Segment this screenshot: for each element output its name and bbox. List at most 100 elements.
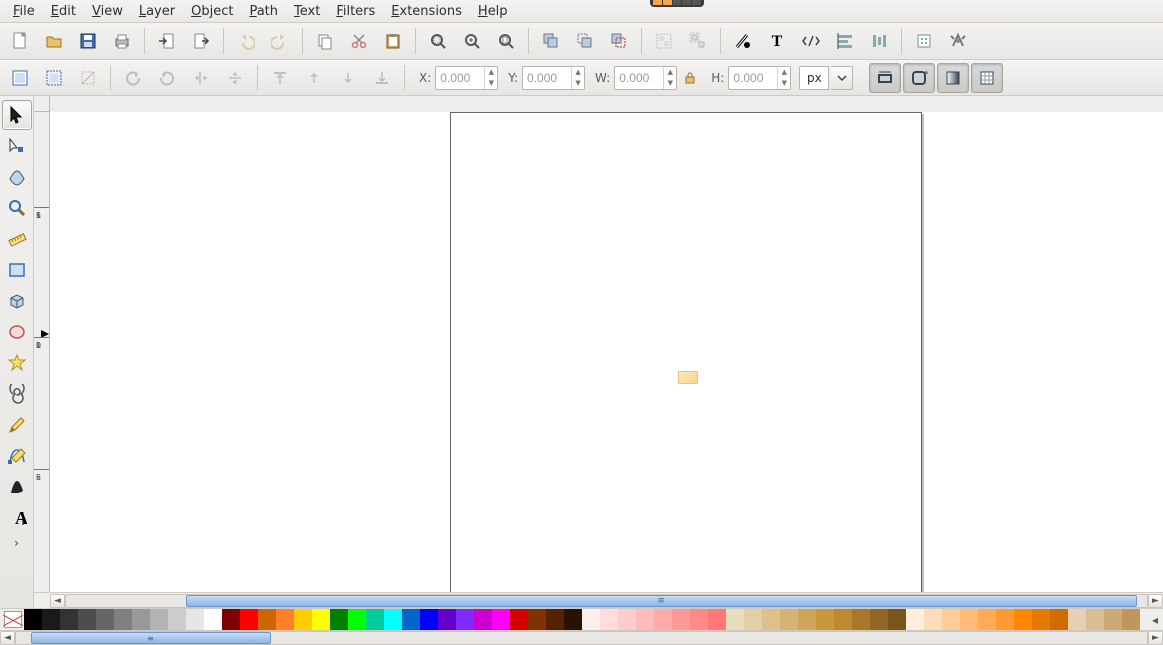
spiral-tool[interactable] bbox=[2, 379, 32, 409]
swatch[interactable] bbox=[312, 609, 330, 630]
swatch[interactable] bbox=[762, 609, 780, 630]
raise-button[interactable] bbox=[298, 63, 330, 93]
y-input[interactable]: ▲▼ bbox=[522, 66, 585, 90]
lock-aspect-icon[interactable] bbox=[679, 67, 701, 89]
swatch[interactable] bbox=[1032, 609, 1050, 630]
group-button[interactable] bbox=[648, 26, 680, 56]
swatch[interactable] bbox=[546, 609, 564, 630]
swatch[interactable] bbox=[798, 609, 816, 630]
new-button[interactable] bbox=[4, 26, 36, 56]
swatch[interactable] bbox=[132, 609, 150, 630]
ungroup-button[interactable] bbox=[682, 26, 714, 56]
swatch[interactable] bbox=[690, 609, 708, 630]
swatch[interactable] bbox=[924, 609, 942, 630]
zoom-tool[interactable] bbox=[2, 193, 32, 223]
3dbox-tool[interactable] bbox=[2, 286, 32, 316]
duplicate-button[interactable] bbox=[535, 26, 567, 56]
cut-button[interactable] bbox=[343, 26, 375, 56]
swatch[interactable] bbox=[942, 609, 960, 630]
text-tool[interactable]: A bbox=[2, 503, 32, 533]
swatch[interactable] bbox=[474, 609, 492, 630]
menu-view[interactable]: View bbox=[85, 2, 130, 21]
swatch[interactable] bbox=[402, 609, 420, 630]
menu-layer[interactable]: Layer bbox=[132, 2, 182, 21]
scroll-left-icon[interactable]: ◄ bbox=[50, 594, 65, 608]
affect-corners-button[interactable] bbox=[903, 63, 935, 93]
flip-horizontal-button[interactable] bbox=[185, 63, 217, 93]
swatch[interactable] bbox=[240, 609, 258, 630]
unlink-clone-button[interactable] bbox=[603, 26, 635, 56]
unit-dropdown-icon[interactable] bbox=[831, 66, 853, 90]
swatch[interactable] bbox=[186, 609, 204, 630]
swatch[interactable] bbox=[582, 609, 600, 630]
swatch[interactable] bbox=[24, 609, 42, 630]
swatch[interactable] bbox=[744, 609, 762, 630]
menu-extensions[interactable]: Extensions bbox=[384, 2, 469, 21]
paste-button[interactable] bbox=[377, 26, 409, 56]
swatch[interactable] bbox=[222, 609, 240, 630]
flip-vertical-button[interactable] bbox=[219, 63, 251, 93]
swatch[interactable] bbox=[978, 609, 996, 630]
zoom-selection-button[interactable] bbox=[422, 26, 454, 56]
zoom-drawing-button[interactable] bbox=[456, 26, 488, 56]
swatch[interactable] bbox=[168, 609, 186, 630]
swatch[interactable] bbox=[618, 609, 636, 630]
affect-gradient-button[interactable] bbox=[937, 63, 969, 93]
calligraphy-tool[interactable] bbox=[2, 472, 32, 502]
swatch[interactable] bbox=[996, 609, 1014, 630]
undo-button[interactable] bbox=[230, 26, 262, 56]
h-input[interactable]: ▲▼ bbox=[728, 66, 791, 90]
swatch[interactable] bbox=[600, 609, 618, 630]
swatch[interactable] bbox=[726, 609, 744, 630]
swatch[interactable] bbox=[456, 609, 474, 630]
bezier-tool[interactable] bbox=[2, 441, 32, 471]
star-tool[interactable] bbox=[2, 348, 32, 378]
select-all-button[interactable] bbox=[38, 63, 70, 93]
copy-button[interactable] bbox=[309, 26, 341, 56]
menu-path[interactable]: Path bbox=[242, 2, 285, 21]
swatch[interactable] bbox=[816, 609, 834, 630]
scroll-right-icon[interactable]: ► bbox=[1148, 594, 1163, 608]
node-tool[interactable] bbox=[2, 131, 32, 161]
swatch[interactable] bbox=[42, 609, 60, 630]
swatch[interactable] bbox=[276, 609, 294, 630]
deselect-button[interactable] bbox=[72, 63, 104, 93]
selector-tool[interactable] bbox=[2, 100, 32, 130]
tweak-tool[interactable] bbox=[2, 162, 32, 192]
ruler-vertical[interactable]: 15k10k5k bbox=[34, 112, 50, 592]
import-button[interactable] bbox=[151, 26, 183, 56]
palette-scroll-thumb[interactable]: ≡ bbox=[31, 632, 271, 644]
swatch[interactable] bbox=[150, 609, 168, 630]
align-dialog-button[interactable] bbox=[829, 26, 861, 56]
export-button[interactable] bbox=[185, 26, 217, 56]
swatch[interactable] bbox=[438, 609, 456, 630]
affect-stroke-button[interactable] bbox=[869, 63, 901, 93]
scroll-thumb-horizontal[interactable]: ≡ bbox=[186, 595, 1137, 607]
zoom-page-button[interactable] bbox=[490, 26, 522, 56]
fill-stroke-button[interactable] bbox=[727, 26, 759, 56]
swatch[interactable] bbox=[204, 609, 222, 630]
swatch[interactable] bbox=[528, 609, 546, 630]
swatch[interactable] bbox=[906, 609, 924, 630]
swatch[interactable] bbox=[870, 609, 888, 630]
menu-file[interactable]: File bbox=[6, 2, 42, 21]
swatch[interactable] bbox=[258, 609, 276, 630]
swatch[interactable] bbox=[348, 609, 366, 630]
swatch[interactable] bbox=[564, 609, 582, 630]
raise-to-top-button[interactable] bbox=[264, 63, 296, 93]
swatch[interactable] bbox=[708, 609, 726, 630]
ellipse-tool[interactable] bbox=[2, 317, 32, 347]
ruler-origin[interactable] bbox=[34, 96, 50, 112]
swatch[interactable] bbox=[1014, 609, 1032, 630]
print-button[interactable] bbox=[106, 26, 138, 56]
text-dialog-button[interactable]: T bbox=[761, 26, 793, 56]
lower-button[interactable] bbox=[332, 63, 364, 93]
rectangle-tool[interactable] bbox=[2, 255, 32, 285]
menu-edit[interactable]: Edit bbox=[44, 2, 83, 21]
swatch[interactable] bbox=[96, 609, 114, 630]
xml-editor-button[interactable] bbox=[795, 26, 827, 56]
rotate-cw-button[interactable] bbox=[151, 63, 183, 93]
swatch[interactable] bbox=[114, 609, 132, 630]
swatch[interactable] bbox=[636, 609, 654, 630]
align-distribute-button[interactable] bbox=[863, 26, 895, 56]
